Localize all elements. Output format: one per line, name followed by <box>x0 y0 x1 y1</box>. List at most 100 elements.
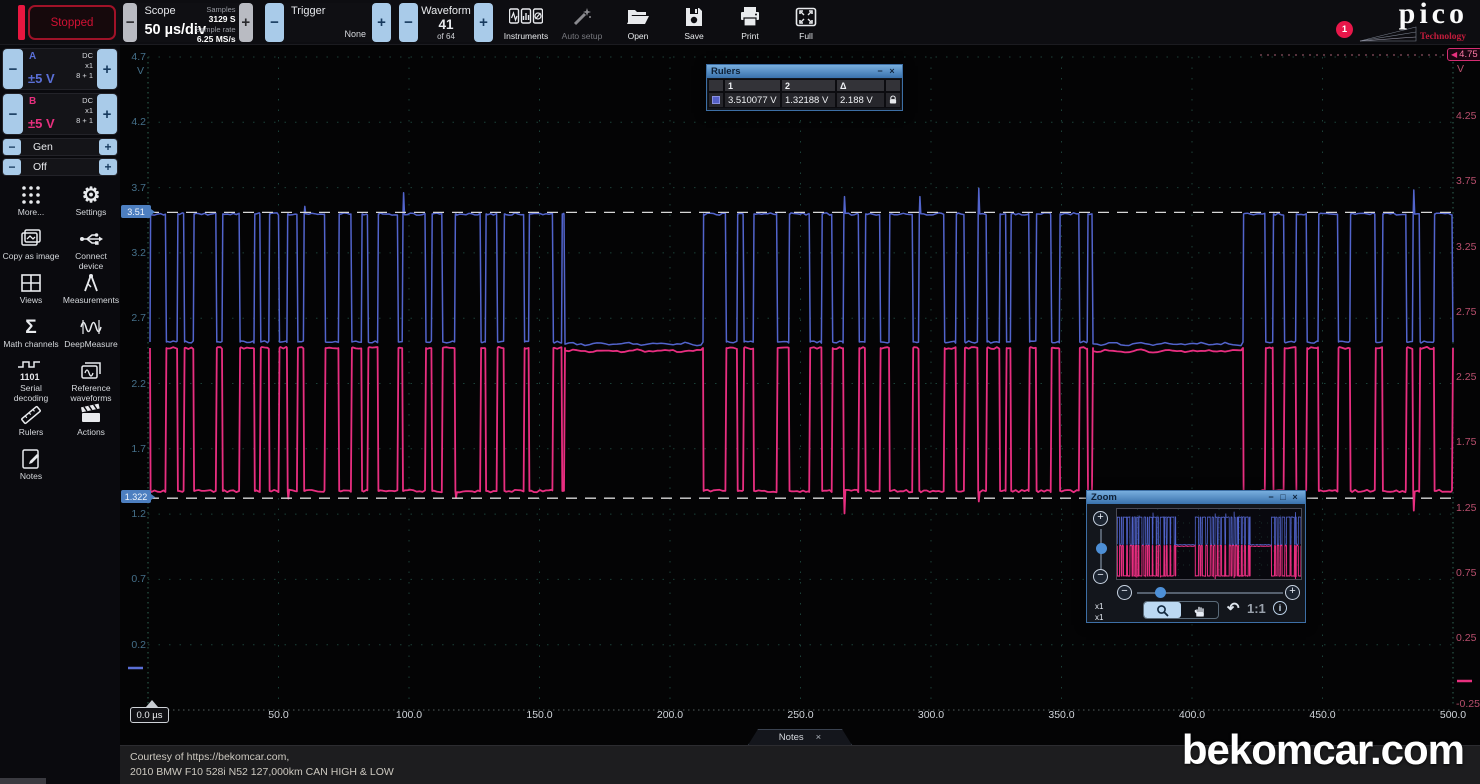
instruments-icon <box>509 5 543 29</box>
waveform-prev-button[interactable]: − <box>399 3 418 42</box>
left-axis-label: 2.2 <box>122 378 146 390</box>
gen-off-increase-button[interactable]: + <box>99 159 117 175</box>
sidebar-item-copy-as-image[interactable]: Copy as image <box>2 227 60 262</box>
sidebar-item-math-channels[interactable]: ΣMath channels <box>2 315 60 350</box>
zoom-maximize-button[interactable]: □ <box>1277 491 1289 504</box>
x-axis-label: 400.0 <box>1170 709 1214 721</box>
trigger-marker-icon[interactable] <box>146 700 158 707</box>
print-button[interactable]: Print <box>726 2 774 44</box>
scope-decrease-button[interactable]: − <box>123 3 137 42</box>
zoom-h-slider-handle[interactable] <box>1155 587 1166 598</box>
ruler-tag-1[interactable]: 3.51 <box>121 205 151 218</box>
generator-row[interactable]: − Gen + <box>2 138 118 156</box>
left-axis-label: 3.7 <box>122 182 146 194</box>
zoom-v-decrease-button[interactable]: − <box>1093 569 1108 584</box>
sidebar-item-settings[interactable]: ⚙Settings <box>62 183 120 218</box>
sidebar-item-serial-decoding[interactable]: 1101Serial decoding <box>2 359 60 404</box>
sidebar-item-notes[interactable]: Notes <box>2 447 60 482</box>
stop-button[interactable]: Stopped <box>28 5 116 40</box>
zoom-h-decrease-button[interactable]: − <box>1117 585 1132 600</box>
notes-tab[interactable]: Notes × <box>748 729 852 745</box>
gen-increase-button[interactable]: + <box>99 139 117 155</box>
trigger-time-label[interactable]: 0.0 µs <box>130 707 169 723</box>
instruments-button[interactable]: Instruments <box>502 2 550 44</box>
zoom-overview[interactable] <box>1116 508 1302 580</box>
zoom-scale-labels: x1 x1 <box>1095 601 1103 623</box>
waveform-total: of 64 <box>418 32 474 41</box>
x-axis-label: 500.0 <box>1431 709 1475 721</box>
waveform-canvas[interactable] <box>120 45 1480 745</box>
x-axis-label: 250.0 <box>779 709 823 721</box>
channel-b-panel[interactable]: − B ±5 V DC x1 8 + 1 + <box>2 93 118 135</box>
generator-state-row[interactable]: − Off + <box>2 158 118 176</box>
ruler-icon <box>2 403 60 427</box>
waveform-panel: − Waveform 41 of 64 + <box>399 3 493 42</box>
channel-a-increase-button[interactable]: + <box>97 49 117 89</box>
trigger-panel-title: Trigger <box>291 5 325 17</box>
save-button[interactable]: Save <box>670 2 718 44</box>
sidebar-item-connect-device[interactable]: Connect device <box>62 227 120 272</box>
zoom-v-slider-handle[interactable] <box>1096 543 1107 554</box>
channel-a-decrease-button[interactable]: − <box>3 49 23 89</box>
clapper-icon <box>62 403 120 427</box>
right-axis-label: 0.75 <box>1456 567 1480 579</box>
sidebar-item-label: Rulers <box>2 428 60 438</box>
rulers-window-title: Rulers <box>711 66 874 77</box>
trigger-decrease-button[interactable]: − <box>265 3 284 42</box>
sidebar-item-more[interactable]: More... <box>2 183 60 218</box>
zoom-ratio-button[interactable]: 1:1 <box>1247 601 1266 616</box>
channel-b-increase-button[interactable]: + <box>97 94 117 134</box>
trigger-mode[interactable]: None <box>344 29 366 39</box>
sidebar-item-label: Math channels <box>2 340 60 350</box>
zoom-info-button[interactable]: i <box>1273 601 1287 615</box>
channel-b-decrease-button[interactable]: − <box>3 94 23 134</box>
gen-off-decrease-button[interactable]: − <box>3 159 21 175</box>
ruler-value-2: 1.32188 V <box>781 92 836 108</box>
ruler-value-1: 3.510077 V <box>724 92 781 108</box>
left-axis-label: 1.7 <box>122 443 146 455</box>
ruler-tag-2[interactable]: 1.322 <box>121 490 151 503</box>
ruler-lock-icon[interactable] <box>885 92 901 108</box>
notes-tab-close-icon[interactable]: × <box>816 732 822 743</box>
zoom-window-title: Zoom <box>1091 492 1265 503</box>
zoom-v-increase-button[interactable]: + <box>1093 511 1108 526</box>
left-axis-label: 2.7 <box>122 312 146 324</box>
sample-info: Samples 3129 S Sample rate 6.25 MS/s <box>191 3 239 42</box>
left-axis-label: 4.2 <box>122 116 146 128</box>
left-axis-label: 0.2 <box>122 639 146 651</box>
zoom-h-increase-button[interactable]: + <box>1285 585 1300 600</box>
rulers-close-button[interactable]: × <box>886 65 898 78</box>
sidebar-item-rulers[interactable]: Rulers <box>2 403 60 438</box>
gen-decrease-button[interactable]: − <box>3 139 21 155</box>
channel-b-meta: DC x1 8 + 1 <box>76 96 93 125</box>
zoom-minimize-button[interactable]: − <box>1265 491 1277 504</box>
sidebar-item-measurements[interactable]: Measurements <box>62 271 120 306</box>
open-button[interactable]: Open <box>614 2 662 44</box>
channel-b-name: B <box>29 96 36 107</box>
undo-zoom-button[interactable]: ↶ <box>1227 599 1240 617</box>
sidebar-item-reference-waveforms[interactable]: Reference waveforms <box>62 359 120 404</box>
toolbar-actions: InstrumentsAuto setupOpenSavePrintFull <box>502 2 830 44</box>
trigger-increase-button[interactable]: + <box>372 3 391 42</box>
channel-b-range: ±5 V <box>28 116 55 131</box>
pan-tool-button[interactable] <box>1181 602 1218 618</box>
zoom-close-button[interactable]: × <box>1289 491 1301 504</box>
full-button[interactable]: Full <box>782 2 830 44</box>
x-axis-label: 300.0 <box>909 709 953 721</box>
sidebar-item-views[interactable]: Views <box>2 271 60 306</box>
waveform-next-button[interactable]: + <box>474 3 493 42</box>
scope-increase-button[interactable]: + <box>239 3 253 42</box>
toolbar-action-label: Open <box>628 31 649 41</box>
sidebar-item-actions[interactable]: Actions <box>62 403 120 438</box>
zoom-tool-button[interactable] <box>1144 602 1181 618</box>
sidebar-item-deepmeasure[interactable]: DeepMeasure <box>62 315 120 350</box>
zoom-window[interactable]: Zoom − □ × + − − + x1 x1 <box>1086 490 1306 623</box>
channel-a-panel[interactable]: − A ±5 V DC x1 8 + 1 + <box>2 48 118 90</box>
right-axis-label: 2.75 <box>1456 306 1480 318</box>
rulers-minimize-button[interactable]: − <box>874 65 886 78</box>
rulers-window[interactable]: Rulers − × 1 2 Δ 3.510077 V 1.32188 V 2.… <box>706 64 903 111</box>
notification-badge[interactable]: 1 <box>1336 21 1353 38</box>
left-axis-label: 3.2 <box>122 247 146 259</box>
rulers-table: 1 2 Δ 3.510077 V 1.32188 V 2.188 V <box>707 78 902 109</box>
watermark: bekomcar.com <box>1182 726 1464 774</box>
